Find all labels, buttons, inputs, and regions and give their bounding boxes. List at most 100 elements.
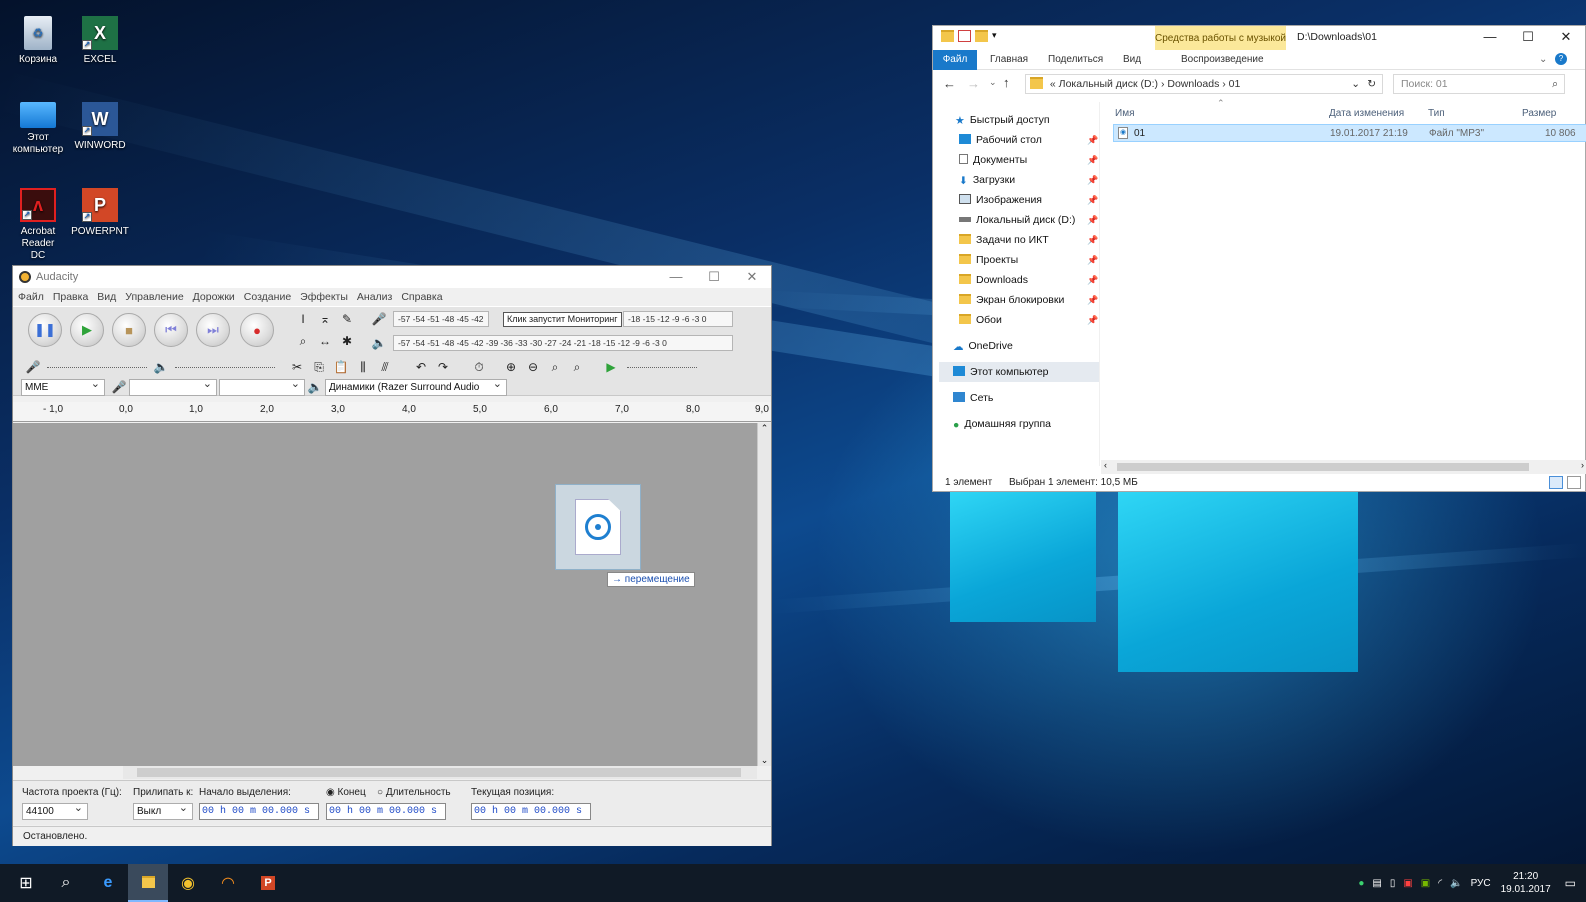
explorer-titlebar[interactable]: ▾ Средства работы с музыкой D:\Downloads…: [933, 26, 1585, 50]
desktop-icon-powerpnt[interactable]: P ↗ POWERPNT: [68, 188, 132, 238]
nav-desktop[interactable]: Рабочий стол: [959, 130, 1042, 150]
back-icon[interactable]: ←: [943, 76, 956, 91]
column-size[interactable]: Размер: [1522, 108, 1556, 119]
chrome-icon[interactable]: ◉: [168, 864, 208, 902]
tray-usb-icon[interactable]: ▯: [1390, 878, 1396, 889]
play-meter-speaker-icon[interactable]: 🔈: [369, 333, 389, 353]
audacity-taskbar-icon[interactable]: ◠: [208, 864, 248, 902]
pin-icon[interactable]: 📌: [1087, 235, 1098, 246]
desktop-icon-excel[interactable]: X ↗ EXCEL: [68, 16, 132, 66]
record-meter-mic-icon[interactable]: 🎤: [369, 309, 389, 329]
powerpoint-taskbar-icon[interactable]: P: [248, 864, 288, 902]
table-row[interactable]: ◉ 01 19.01.2017 21:19 Файл "MP3" 10 806: [1113, 124, 1586, 142]
radio-length[interactable]: ○ Длительность: [377, 787, 451, 798]
maximize-button[interactable]: ☐: [695, 269, 733, 285]
skip-start-button[interactable]: ⏮: [154, 313, 188, 347]
audio-host-select[interactable]: MME: [21, 379, 105, 396]
menu-tracks[interactable]: Дорожки: [193, 291, 235, 303]
address-bar[interactable]: « Локальный диск (D:) › Downloads › 01 ⌄…: [1025, 74, 1383, 94]
record-button[interactable]: ●: [240, 313, 274, 347]
menu-effects[interactable]: Эффекты: [300, 291, 348, 303]
audacity-titlebar[interactable]: Audacity — ☐ ✕: [13, 266, 771, 288]
column-date[interactable]: Дата изменения: [1329, 108, 1404, 119]
volume-icon[interactable]: 🔈: [1450, 878, 1462, 889]
redo-icon[interactable]: ↷: [433, 357, 453, 377]
horizontal-scroll-thumb[interactable]: [137, 768, 741, 777]
tray-app-icon[interactable]: ●: [1358, 878, 1364, 889]
vertical-scrollbar[interactable]: ⌃ ⌄: [757, 423, 771, 766]
nav-downloads[interactable]: ⬇ Загрузки: [959, 170, 1015, 190]
start-button[interactable]: ⊞: [6, 864, 46, 902]
project-rate-select[interactable]: 44100: [22, 803, 88, 820]
input-device-select[interactable]: [129, 379, 217, 396]
menu-help[interactable]: Справка: [401, 291, 442, 303]
fit-project-icon[interactable]: ⌕: [567, 357, 587, 377]
pin-icon[interactable]: 📌: [1087, 215, 1098, 226]
undo-icon[interactable]: ↶: [411, 357, 431, 377]
pin-icon[interactable]: 📌: [1087, 155, 1098, 166]
menu-edit[interactable]: Правка: [53, 291, 88, 303]
selection-start-time[interactable]: 00 h 00 m 00.000 s: [199, 803, 319, 820]
nav-network[interactable]: Сеть: [953, 388, 993, 408]
paste-icon[interactable]: 📋: [331, 357, 351, 377]
scroll-up-icon[interactable]: ⌃: [758, 423, 771, 434]
minimize-button[interactable]: —: [657, 269, 695, 285]
nav-wallpapers[interactable]: Обои: [959, 310, 1002, 330]
search-input[interactable]: Поиск: 01 ⌕: [1393, 74, 1565, 94]
menu-analyze[interactable]: Анализ: [357, 291, 392, 303]
column-name[interactable]: Имя: [1115, 108, 1134, 119]
nav-onedrive[interactable]: ☁ OneDrive: [953, 336, 1013, 356]
horizontal-scrollbar[interactable]: [123, 766, 757, 779]
scroll-down-icon[interactable]: ⌄: [758, 755, 771, 766]
new-folder-icon[interactable]: [975, 30, 988, 42]
edge-icon[interactable]: e: [88, 864, 128, 902]
explorer-close-button[interactable]: ✕: [1547, 26, 1585, 48]
multi-tool-icon[interactable]: ✱: [337, 331, 357, 351]
copy-icon[interactable]: ⎘: [309, 357, 329, 377]
tray-nvidia-icon[interactable]: ▣: [1421, 878, 1430, 889]
menu-view[interactable]: Вид: [97, 291, 116, 303]
qat-dropdown-icon[interactable]: ▾: [992, 30, 997, 42]
pin-icon[interactable]: 📌: [1087, 175, 1098, 186]
selection-tool-icon[interactable]: I: [293, 309, 313, 329]
pause-button[interactable]: ❚❚: [28, 313, 62, 347]
menu-file[interactable]: Файл: [18, 291, 44, 303]
desktop-icon-recycle-bin[interactable]: ♻ Корзина: [6, 16, 70, 66]
desktop-icon-this-pc[interactable]: Этот компьютер: [6, 102, 70, 156]
pin-icon[interactable]: 📌: [1087, 275, 1098, 286]
explorer-minimize-button[interactable]: —: [1471, 26, 1509, 48]
cut-icon[interactable]: ✂: [287, 357, 307, 377]
pin-icon[interactable]: 📌: [1087, 295, 1098, 306]
tray-network-share-icon[interactable]: ▤: [1372, 878, 1381, 889]
close-button[interactable]: ✕: [733, 269, 771, 285]
menu-generate[interactable]: Создание: [244, 291, 291, 303]
envelope-tool-icon[interactable]: ⌅: [315, 309, 335, 329]
tray-antivirus-icon[interactable]: ▣: [1403, 878, 1412, 889]
help-icon[interactable]: ?: [1555, 53, 1567, 65]
nav-downloads-folder[interactable]: Downloads: [959, 270, 1028, 290]
zoom-in-icon[interactable]: ⊕: [501, 357, 521, 377]
skip-end-button[interactable]: ⏭: [196, 313, 230, 347]
music-tools-tab[interactable]: Средства работы с музыкой: [1155, 26, 1286, 50]
pin-icon[interactable]: 📌: [1087, 195, 1098, 206]
play-at-speed-icon[interactable]: ▶: [601, 357, 621, 377]
playback-volume-slider[interactable]: [175, 367, 275, 368]
menu-transport[interactable]: Управление: [125, 291, 183, 303]
clock[interactable]: 21:20 19.01.2017: [1501, 870, 1551, 896]
zoom-out-icon[interactable]: ⊖: [523, 357, 543, 377]
snap-to-select[interactable]: Выкл: [133, 803, 193, 820]
large-icons-view-icon[interactable]: [1567, 476, 1581, 489]
timeshift-tool-icon[interactable]: ↔: [315, 331, 335, 351]
output-device-select[interactable]: Динамики (Razer Surround Audio: [325, 379, 507, 396]
silence-icon[interactable]: ⫻: [375, 357, 395, 377]
sync-lock-icon[interactable]: ⏱: [469, 357, 489, 377]
nav-local-disk[interactable]: Локальный диск (D:): [959, 210, 1075, 230]
record-meter[interactable]: -57 -54 -51 -48 -45 -42: [393, 311, 489, 327]
tab-home[interactable]: Главная: [990, 54, 1028, 65]
tab-file[interactable]: Файл: [933, 50, 977, 70]
selection-end-time[interactable]: 00 h 00 m 00.000 s: [326, 803, 446, 820]
play-button[interactable]: ▶: [70, 313, 104, 347]
timeline-ruler[interactable]: - 1,0 0,0 1,0 2,0 3,0 4,0 5,0 6,0 7,0 8,…: [13, 402, 771, 422]
nav-documents[interactable]: Документы: [959, 150, 1027, 170]
explorer-maximize-button[interactable]: ☐: [1509, 26, 1547, 48]
